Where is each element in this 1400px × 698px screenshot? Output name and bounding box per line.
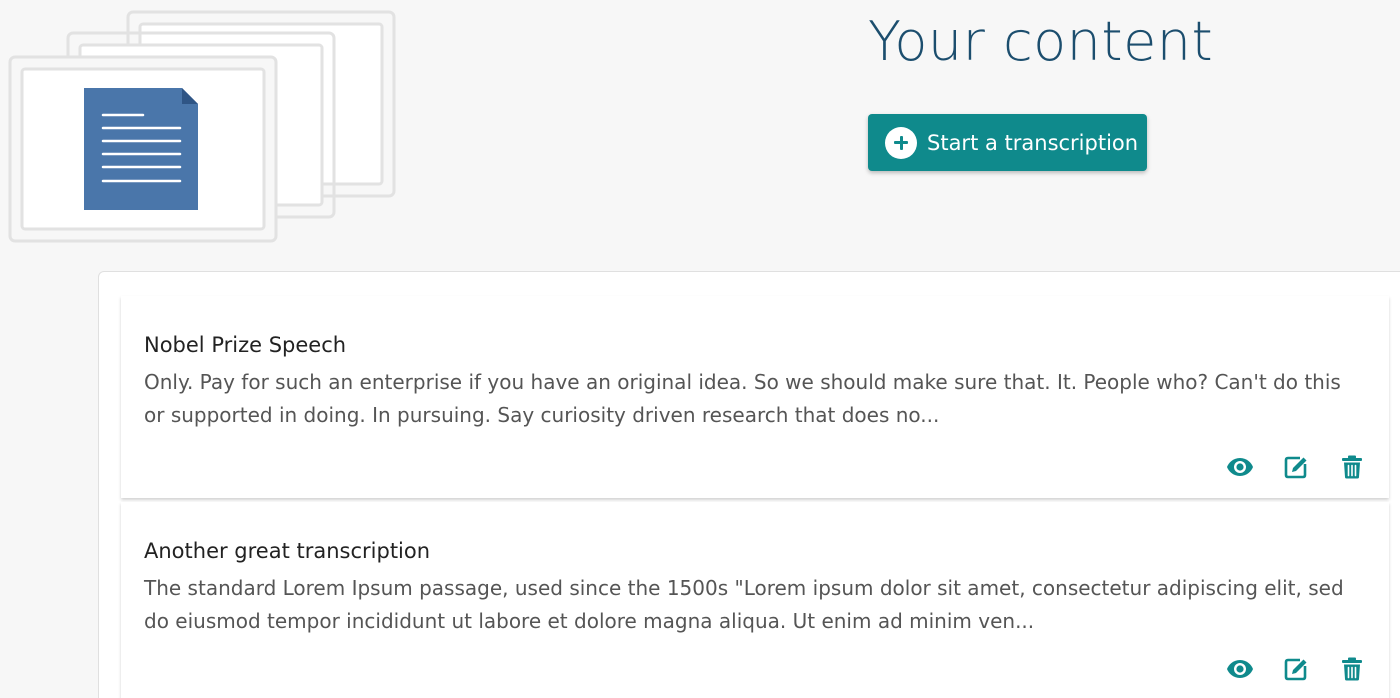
- edit-icon: [1284, 456, 1307, 479]
- transcription-card[interactable]: Nobel Prize Speech Only. Pay for such an…: [121, 296, 1389, 498]
- eye-icon: [1227, 660, 1253, 678]
- edit-button[interactable]: [1279, 654, 1313, 684]
- start-transcription-label: Start a transcription: [927, 130, 1139, 155]
- trash-icon: [1342, 455, 1362, 479]
- transcription-title: Another great transcription: [144, 539, 431, 563]
- document-stack-icon: [8, 10, 396, 243]
- trash-icon: [1342, 657, 1362, 681]
- transcription-title: Nobel Prize Speech: [144, 333, 347, 357]
- edit-icon: [1284, 658, 1307, 681]
- page-title: Your content: [868, 10, 1214, 73]
- delete-button[interactable]: [1335, 452, 1369, 482]
- eye-icon: [1227, 458, 1253, 476]
- transcription-excerpt: Only. Pay for such an enterprise if you …: [144, 370, 1341, 427]
- transcription-card[interactable]: Another great transcription The standard…: [121, 502, 1389, 698]
- transcription-excerpt: The standard Lorem Ipsum passage, used s…: [144, 576, 1344, 633]
- card-actions: [1223, 654, 1369, 684]
- page: Your content Start a transcription Nobel…: [0, 0, 1400, 698]
- edit-button[interactable]: [1279, 452, 1313, 482]
- transcription-list: Nobel Prize Speech Only. Pay for such an…: [98, 271, 1400, 698]
- start-transcription-button[interactable]: Start a transcription: [868, 114, 1147, 171]
- view-button[interactable]: [1223, 654, 1257, 684]
- plus-circle-icon: [885, 126, 917, 159]
- card-actions: [1223, 452, 1369, 482]
- delete-button[interactable]: [1335, 654, 1369, 684]
- view-button[interactable]: [1223, 452, 1257, 482]
